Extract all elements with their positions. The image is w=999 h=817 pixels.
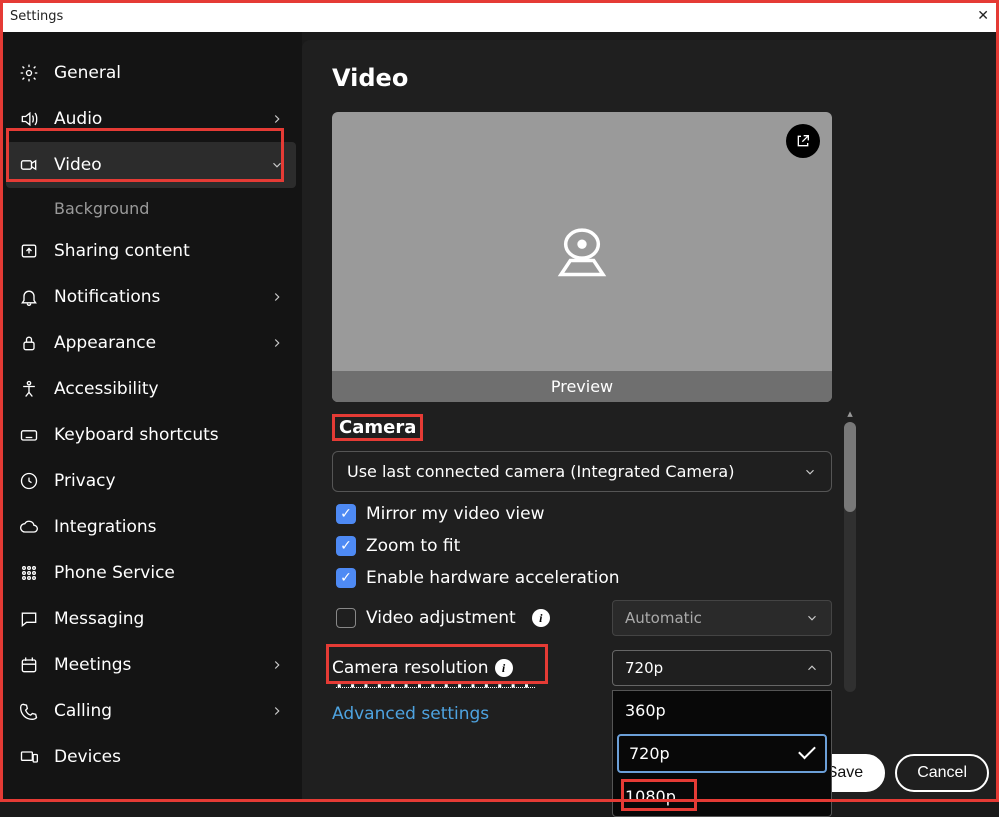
window-title: Settings xyxy=(10,9,63,24)
mirror-checkbox-row[interactable]: Mirror my video view xyxy=(336,504,832,524)
scrollbar-thumb[interactable] xyxy=(844,422,856,512)
chevron-right-icon xyxy=(270,658,284,672)
sidebar-item-general[interactable]: General xyxy=(6,50,296,96)
accessibility-icon xyxy=(18,378,40,400)
preview-label: Preview xyxy=(332,371,832,402)
sidebar-item-sharing-content[interactable]: Sharing content xyxy=(6,228,296,274)
camera-placeholder-icon xyxy=(547,219,617,289)
cancel-button[interactable]: Cancel xyxy=(895,754,989,792)
dialpad-icon xyxy=(18,562,40,584)
sidebar-item-background[interactable]: Background xyxy=(6,188,296,228)
sidebar-item-label: Messaging xyxy=(54,609,144,629)
popout-button[interactable] xyxy=(786,124,820,158)
chevron-right-icon xyxy=(270,112,284,126)
camera-resolution-dropdown[interactable]: 720p xyxy=(612,650,832,686)
video-adjustment-checkbox-row[interactable]: Video adjustment i Automatic xyxy=(336,600,832,636)
selfview-row-cutoff: · · · · · · · · · · · · · · · · · i xyxy=(336,676,536,698)
bell-icon xyxy=(18,286,40,308)
close-icon[interactable]: ✕ xyxy=(977,8,989,24)
sidebar-item-label: General xyxy=(54,63,121,83)
video-adjustment-dropdown: Automatic xyxy=(612,600,832,636)
sidebar-item-integrations[interactable]: Integrations xyxy=(6,504,296,550)
checkbox-checked-icon[interactable] xyxy=(336,504,356,524)
devices-icon xyxy=(18,746,40,768)
camera-select-dropdown[interactable]: Use last connected camera (Integrated Ca… xyxy=(332,451,832,492)
sidebar-item-label: Devices xyxy=(54,747,121,767)
keyboard-icon xyxy=(18,424,40,446)
titlebar: Settings ✕ xyxy=(0,0,999,32)
calendar-icon xyxy=(18,654,40,676)
gear-icon xyxy=(18,62,40,84)
sidebar-item-label: Phone Service xyxy=(54,563,175,583)
chevron-down-icon xyxy=(270,158,284,172)
camera-resolution-label: Camera resolution i xyxy=(332,658,513,678)
privacy-icon xyxy=(18,470,40,492)
sidebar-item-appearance[interactable]: Appearance xyxy=(6,320,296,366)
checkbox-checked-icon[interactable] xyxy=(336,536,356,556)
checkbox-checked-icon[interactable] xyxy=(336,568,356,588)
settings-sidebar: General Audio Video Background Sharing c… xyxy=(0,32,302,802)
hw-accel-checkbox-row[interactable]: Enable hardware acceleration xyxy=(336,568,832,588)
video-adjustment-value: Automatic xyxy=(625,609,702,627)
phone-icon xyxy=(18,700,40,722)
chevron-down-icon xyxy=(805,611,819,625)
sidebar-item-label: Sharing content xyxy=(54,241,190,261)
mirror-label: Mirror my video view xyxy=(366,504,545,524)
footer-buttons: Save Cancel xyxy=(805,754,989,792)
chat-icon xyxy=(18,608,40,630)
sidebar-item-meetings[interactable]: Meetings xyxy=(6,642,296,688)
resolution-option-720p[interactable]: 720p xyxy=(617,734,827,773)
share-up-icon xyxy=(18,240,40,262)
sidebar-item-label: Privacy xyxy=(54,471,116,491)
sidebar-item-label: Appearance xyxy=(54,333,156,353)
zoom-checkbox-row[interactable]: Zoom to fit xyxy=(336,536,832,556)
sidebar-item-keyboard-shortcuts[interactable]: Keyboard shortcuts xyxy=(6,412,296,458)
hw-accel-label: Enable hardware acceleration xyxy=(366,568,620,588)
sidebar-item-label: Accessibility xyxy=(54,379,159,399)
camera-resolution-value: 720p xyxy=(625,659,663,677)
chevron-right-icon xyxy=(270,704,284,718)
sidebar-item-calling[interactable]: Calling xyxy=(6,688,296,734)
zoom-label: Zoom to fit xyxy=(366,536,460,556)
sidebar-item-label: Calling xyxy=(54,701,112,721)
sidebar-item-label: Keyboard shortcuts xyxy=(54,425,219,445)
lock-icon xyxy=(18,332,40,354)
video-adjustment-label: Video adjustment xyxy=(366,608,516,628)
camera-section-label: Camera xyxy=(332,414,423,441)
popout-icon xyxy=(795,133,811,149)
page-title: Video xyxy=(332,64,969,92)
camera-resolution-popup: 360p 720p 1080p xyxy=(612,690,832,817)
info-icon[interactable]: i xyxy=(495,659,513,677)
sidebar-item-label: Background xyxy=(54,199,149,218)
video-camera-icon xyxy=(18,154,40,176)
sidebar-item-messaging[interactable]: Messaging xyxy=(6,596,296,642)
resolution-option-1080p[interactable]: 1080p xyxy=(613,777,831,816)
scroll-up-icon[interactable]: ▴ xyxy=(844,408,856,420)
info-icon[interactable]: i xyxy=(532,609,550,627)
sidebar-item-label: Notifications xyxy=(54,287,160,307)
camera-select-value: Use last connected camera (Integrated Ca… xyxy=(347,462,734,481)
sidebar-item-notifications[interactable]: Notifications xyxy=(6,274,296,320)
sidebar-item-video[interactable]: Video xyxy=(6,142,296,188)
sidebar-item-privacy[interactable]: Privacy xyxy=(6,458,296,504)
sidebar-item-label: Video xyxy=(54,155,102,175)
sidebar-item-label: Audio xyxy=(54,109,102,129)
sidebar-item-label: Meetings xyxy=(54,655,131,675)
chevron-down-icon xyxy=(803,465,817,479)
sidebar-item-label: Integrations xyxy=(54,517,157,537)
advanced-settings-link[interactable]: Advanced settings xyxy=(332,704,489,724)
checkbox-unchecked-icon[interactable] xyxy=(336,608,356,628)
chevron-up-icon xyxy=(805,661,819,675)
chevron-right-icon xyxy=(270,336,284,350)
sidebar-item-audio[interactable]: Audio xyxy=(6,96,296,142)
sidebar-item-devices[interactable]: Devices xyxy=(6,734,296,780)
speaker-icon xyxy=(18,108,40,130)
video-preview: Preview xyxy=(332,112,832,402)
chevron-right-icon xyxy=(270,290,284,304)
cloud-icon xyxy=(18,516,40,538)
sidebar-item-phone-service[interactable]: Phone Service xyxy=(6,550,296,596)
sidebar-item-accessibility[interactable]: Accessibility xyxy=(6,366,296,412)
resolution-option-360p[interactable]: 360p xyxy=(613,691,831,730)
